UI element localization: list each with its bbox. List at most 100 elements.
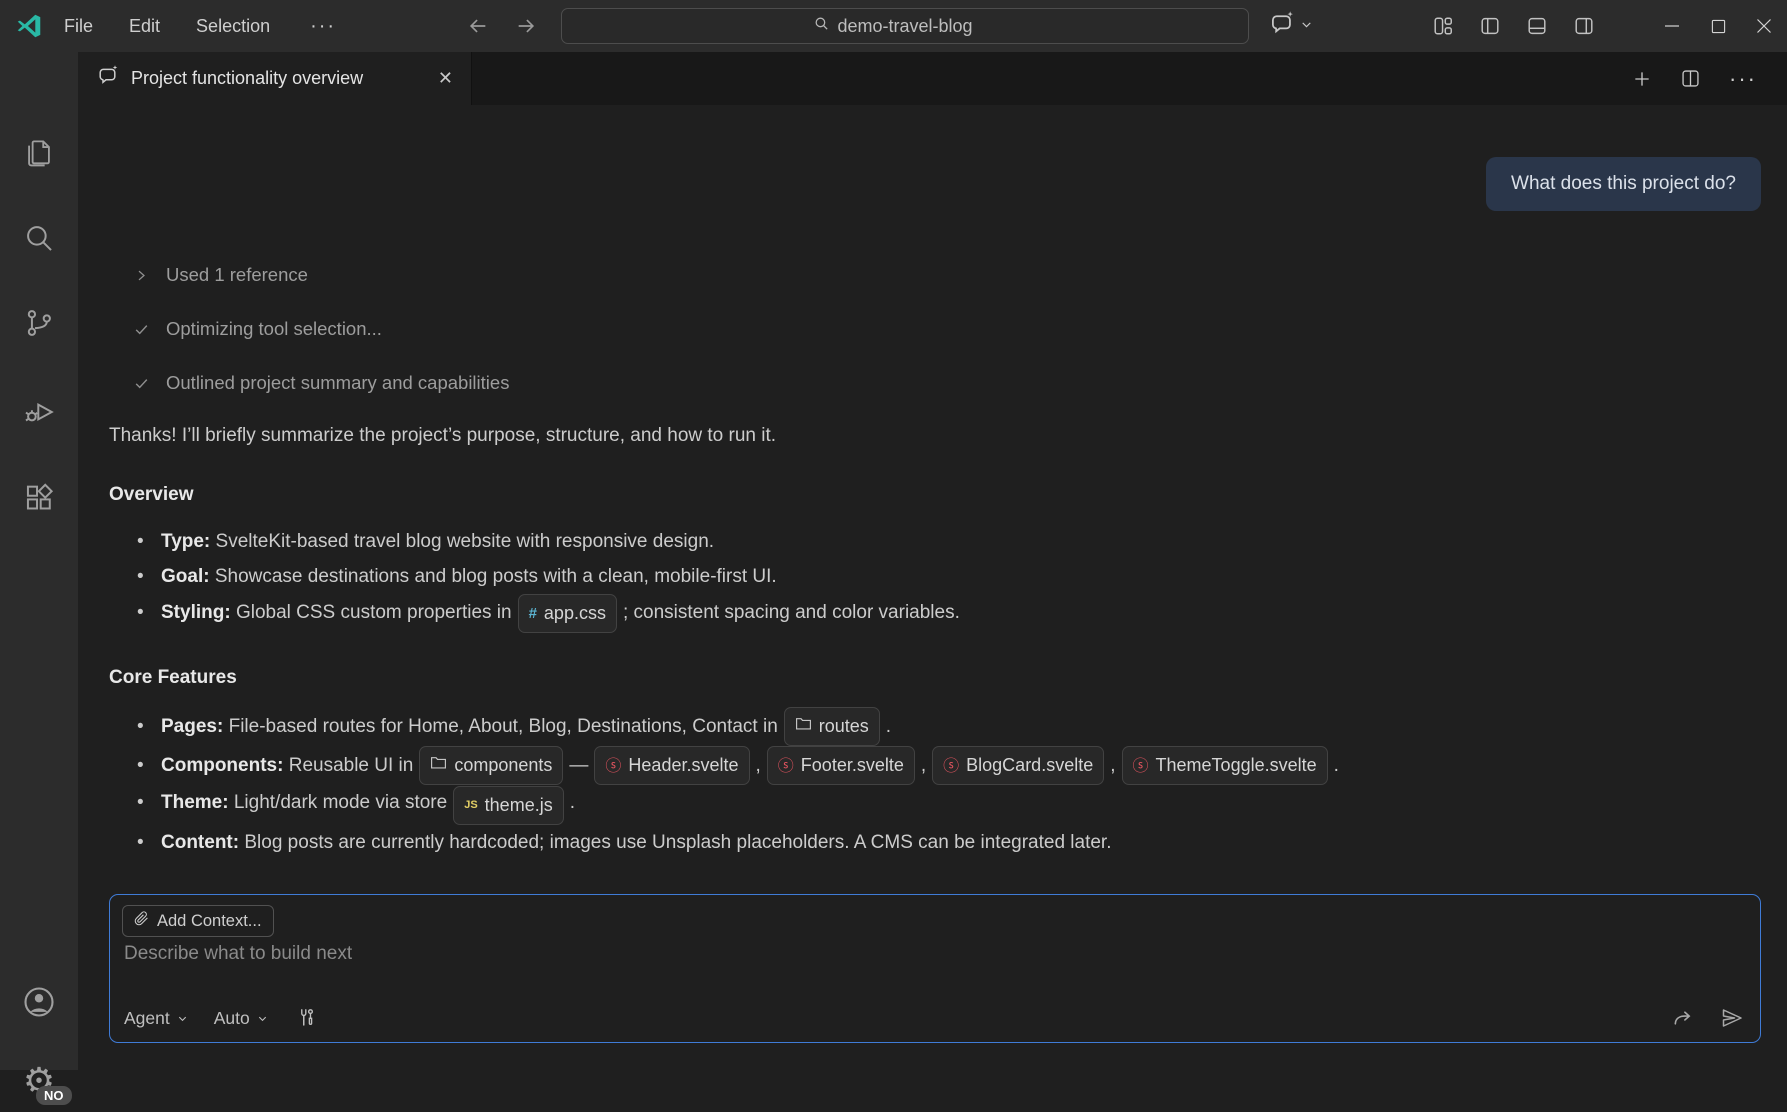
search-icon: [813, 15, 830, 37]
tab-title: Project functionality overview: [131, 68, 423, 89]
run-debug-icon[interactable]: [0, 382, 78, 442]
js-file-icon: JS: [464, 788, 477, 823]
menu-file[interactable]: File: [64, 16, 93, 37]
split-editor-icon[interactable]: [1680, 68, 1701, 89]
extensions-icon[interactable]: [0, 468, 78, 528]
search-input[interactable]: [838, 16, 998, 37]
file-chip[interactable]: components: [419, 746, 563, 785]
copilot-chat-icon: [96, 64, 120, 93]
navigate-forward-icon[interactable]: [510, 10, 542, 42]
add-context-label: Add Context...: [157, 912, 262, 931]
file-chip[interactable]: ⓢBlogCard.svelte: [932, 746, 1104, 785]
window-maximize-button[interactable]: [1695, 0, 1741, 52]
toggle-secondary-sidebar-icon[interactable]: [1573, 15, 1595, 37]
chevron-right-icon: [131, 265, 151, 285]
model-label: Auto: [214, 1008, 250, 1029]
tab-strip: Project functionality overview ✕ ···: [78, 52, 1787, 105]
navigate-back-icon[interactable]: [462, 10, 494, 42]
copilot-menu[interactable]: [1268, 10, 1313, 43]
step-used-references[interactable]: Used 1 reference: [131, 258, 1761, 292]
step-label: Outlined project summary and capabilitie…: [166, 372, 509, 394]
tab-chat-session[interactable]: Project functionality overview ✕: [78, 52, 472, 105]
vscode-logo-icon: [16, 13, 42, 39]
chat-input[interactable]: [124, 943, 1746, 1006]
toggle-primary-sidebar-icon[interactable]: [1479, 15, 1501, 37]
search-view-icon[interactable]: [0, 208, 78, 268]
response-bullet: •Theme: Light/dark mode via storeJStheme…: [109, 785, 1761, 825]
file-chip-label: app.css: [544, 596, 606, 631]
svelte-file-icon: ⓢ: [943, 748, 959, 783]
file-chip-label: routes: [819, 709, 869, 744]
mode-picker-agent[interactable]: Agent: [124, 1008, 188, 1029]
chat-composer: Add Context... Agent Auto: [109, 894, 1761, 1043]
svelte-file-icon: ⓢ: [778, 748, 794, 783]
explorer-icon[interactable]: [0, 122, 78, 182]
response-bullet: •Content: Blog posts are currently hardc…: [109, 825, 1761, 860]
command-center-search[interactable]: [561, 8, 1249, 44]
response-bullet: •Pages: File-based routes for Home, Abou…: [109, 707, 1761, 746]
chat-panel: What does this project do? Used 1 refere…: [78, 105, 1787, 1070]
folder-icon: [430, 748, 447, 783]
menu-selection[interactable]: Selection: [196, 16, 270, 37]
folder-icon: [795, 709, 812, 744]
chevron-down-icon: [177, 1013, 188, 1024]
configure-tools-icon[interactable]: [296, 1007, 318, 1029]
tab-close-icon[interactable]: ✕: [434, 66, 457, 91]
new-chat-icon[interactable]: [1632, 69, 1652, 89]
editor-more-actions-icon[interactable]: ···: [1729, 66, 1757, 92]
file-chip[interactable]: ⓢThemeToggle.svelte: [1122, 746, 1328, 785]
bullet-dot: •: [137, 825, 161, 860]
editor-area: Project functionality overview ✕ ··· Wha…: [78, 52, 1787, 1070]
source-control-icon[interactable]: [0, 293, 78, 353]
user-message-bubble: What does this project do?: [1486, 157, 1761, 211]
file-chip-label: Footer.svelte: [801, 748, 904, 783]
copilot-icon: [1268, 10, 1296, 43]
file-chip[interactable]: routes: [784, 707, 880, 746]
check-icon: [131, 373, 151, 393]
window-close-button[interactable]: [1741, 0, 1787, 52]
toggle-panel-icon[interactable]: [1526, 15, 1548, 37]
titlebar: File Edit Selection ···: [0, 0, 1787, 52]
step-label: Used 1 reference: [166, 264, 308, 286]
customize-layout-icon[interactable]: [1432, 15, 1454, 37]
file-chip[interactable]: ⓢFooter.svelte: [767, 746, 915, 785]
response-bullet: •Goal: Showcase destinations and blog po…: [109, 559, 1761, 594]
svelte-file-icon: ⓢ: [1133, 748, 1149, 783]
chevron-down-icon: [1300, 18, 1313, 36]
menu-edit[interactable]: Edit: [129, 16, 160, 37]
mode-label: Agent: [124, 1008, 170, 1029]
response-intro: Thanks! I’ll briefly summarize the proje…: [109, 422, 1761, 450]
chevron-down-icon: [257, 1013, 268, 1024]
bullet-dot: •: [137, 709, 161, 744]
send-icon[interactable]: [1720, 1006, 1744, 1030]
window-minimize-button[interactable]: [1649, 0, 1695, 52]
svelte-file-icon: ⓢ: [605, 748, 621, 783]
response-body: Overview •Type: SvelteKit-based travel bl…: [109, 450, 1761, 860]
paperclip-icon: [134, 911, 149, 931]
file-chip[interactable]: #app.css: [518, 594, 617, 633]
response-heading: Overview: [109, 484, 1761, 506]
file-chip-label: BlogCard.svelte: [966, 748, 1093, 783]
model-picker-auto[interactable]: Auto: [214, 1008, 268, 1029]
menu-more-icon[interactable]: ···: [310, 15, 336, 38]
file-chip[interactable]: ⓢHeader.svelte: [594, 746, 749, 785]
agent-steps: Used 1 reference Optimizing tool selecti…: [109, 258, 1761, 400]
response-bullet: •Styling: Global CSS custom properties i…: [109, 594, 1761, 633]
bullet-dot: •: [137, 595, 161, 630]
settings-gear-icon[interactable]: ⚙ NO: [0, 1052, 78, 1112]
response-bullet: •Type: SvelteKit-based travel blog websi…: [109, 524, 1761, 559]
file-chip-label: theme.js: [485, 788, 553, 823]
forward-message-icon[interactable]: [1671, 1007, 1694, 1030]
css-file-icon: #: [529, 596, 537, 631]
settings-badge: NO: [36, 1086, 72, 1105]
file-chip-label: ThemeToggle.svelte: [1156, 748, 1317, 783]
response-bullet: •Components: Reusable UI incomponents—ⓢH…: [109, 746, 1761, 785]
response-heading: Core Features: [109, 667, 1761, 689]
account-icon[interactable]: [0, 972, 78, 1032]
step-tool-selection: Optimizing tool selection...: [131, 312, 1761, 346]
bullet-dot: •: [137, 524, 161, 559]
add-context-button[interactable]: Add Context...: [122, 905, 274, 937]
bullet-dot: •: [137, 785, 161, 820]
file-chip[interactable]: JStheme.js: [453, 786, 564, 825]
bullet-dot: •: [137, 748, 161, 783]
